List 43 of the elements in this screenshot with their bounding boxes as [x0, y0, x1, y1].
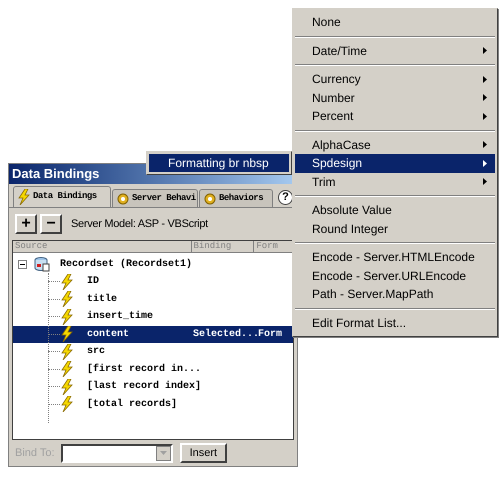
- collapse-icon[interactable]: [18, 260, 27, 268]
- tree-row[interactable]: [total records]: [13, 396, 293, 413]
- tree-item[interactable]: Recordset (Recordset1): [60, 256, 192, 272]
- lightning-icon: [60, 344, 74, 360]
- server-model-label: Server Model: ASP - VBScript: [71, 216, 208, 232]
- tab[interactable]: Server Behavi: [112, 189, 198, 207]
- menu-item[interactable]: Percent: [295, 107, 495, 126]
- menu-item[interactable]: Number: [295, 88, 495, 107]
- tree-row[interactable]: [first record in...: [13, 360, 293, 378]
- add-button[interactable]: +: [15, 214, 37, 234]
- lightning-icon: [60, 378, 74, 395]
- database-icon: [34, 256, 50, 272]
- tree-row[interactable]: content Selected...Form: [13, 326, 293, 343]
- menu-item[interactable]: Date/Time: [295, 42, 495, 60]
- menu-item[interactable]: Trim: [295, 172, 495, 191]
- tree-row[interactable]: title: [13, 290, 293, 308]
- remove-button[interactable]: −: [40, 214, 62, 234]
- tree-row[interactable]: insert_time: [13, 308, 293, 326]
- lightning-icon: [60, 308, 74, 325]
- lightning-icon: [60, 361, 74, 378]
- menu-item[interactable]: Edit Format List...: [295, 314, 495, 332]
- menu-item[interactable]: Spdesign: [295, 154, 495, 172]
- tree-row[interactable]: ID: [13, 273, 293, 290]
- lightning-icon: [60, 396, 74, 412]
- tab[interactable]: Data Bindings: [13, 186, 111, 207]
- tab[interactable]: Behaviors: [199, 189, 273, 207]
- menu-item[interactable]: Path - Server.MapPath: [295, 285, 495, 304]
- menu-item[interactable]: AlphaCase: [295, 136, 495, 154]
- lightning-icon: [60, 326, 74, 342]
- lightning-icon: [17, 189, 31, 205]
- tree-row[interactable]: [last record index]: [13, 378, 293, 396]
- insert-button[interactable]: Insert: [180, 443, 228, 463]
- menu-item[interactable]: Encode - Server.HTMLEncode: [295, 248, 495, 266]
- tree-row[interactable]: src: [13, 343, 293, 360]
- lightning-icon: [60, 291, 74, 308]
- menu-item[interactable]: Absolute Value: [295, 201, 495, 220]
- menu-item[interactable]: Round Integer: [295, 220, 495, 238]
- help-button[interactable]: ?: [278, 190, 293, 205]
- menu-item[interactable]: Formatting br nbsp: [149, 154, 289, 172]
- menu-item[interactable]: None: [295, 13, 495, 32]
- menu-item[interactable]: Currency: [295, 70, 495, 88]
- menu-item[interactable]: Encode - Server.URLEncode: [295, 266, 495, 285]
- lightning-icon: [60, 274, 74, 290]
